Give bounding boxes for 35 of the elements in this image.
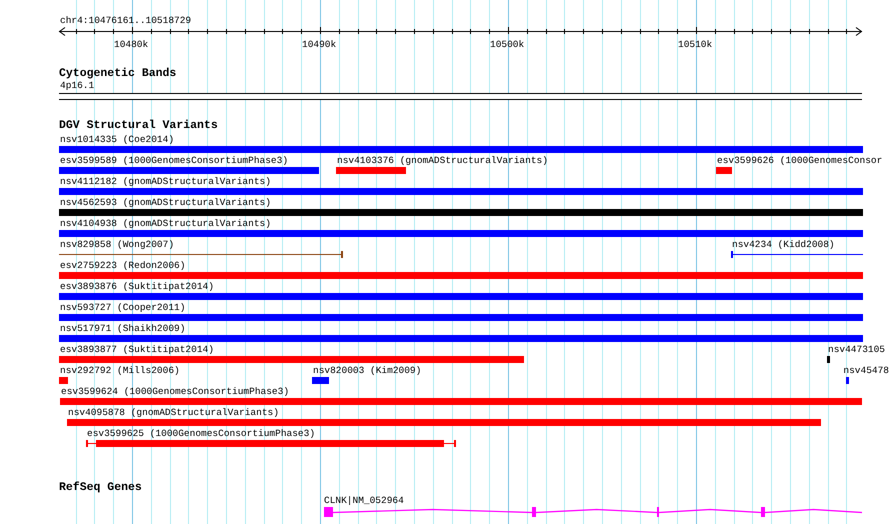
variant-label: nsv4095878 (gnomADStructuralVariants) — [68, 407, 279, 419]
ruler-tick-label: 10480k — [114, 39, 148, 50]
gene-model[interactable] — [324, 507, 862, 517]
ruler-tick-label: 10490k — [302, 39, 336, 50]
band-label: 4p16.1 — [60, 80, 94, 91]
variant-label: esv2759223 (Redon2006) — [60, 260, 186, 272]
variant-label: nsv1014335 (Coe2014) — [60, 134, 174, 146]
track-title: Cytogenetic Bands — [59, 68, 176, 80]
variant-label: nsv4234 (Kidd2008) — [732, 239, 835, 251]
variant-label: nsv4473105 — [828, 344, 886, 356]
variant-bar[interactable] — [86, 440, 456, 447]
variant-label: esv3893876 (Suktitipat2014) — [60, 281, 214, 293]
variant-label: nsv593727 (Cooper2011) — [60, 302, 186, 314]
region-label: chr4:10476161..10518729 — [60, 15, 192, 26]
variant-label: nsv820003 (Kim2009) — [313, 365, 422, 377]
variant-line[interactable] — [59, 251, 343, 258]
variant-label: esv3893877 (Suktitipat2014) — [60, 344, 214, 356]
variant-label: nsv45478 — [843, 365, 889, 377]
variant-label: esv3599589 (1000GenomesConsortiumPhase3) — [60, 155, 288, 167]
track-title: RefSeq Genes — [59, 482, 142, 494]
variant-label: esv3599625 (1000GenomesConsortiumPhase3) — [87, 428, 316, 440]
variant-label: nsv292792 (Mills2006) — [60, 365, 180, 377]
variant-label: esv3599624 (1000GenomesConsortiumPhase3) — [61, 386, 290, 398]
variant-label: esv3599626 (1000GenomesConsor — [717, 155, 882, 167]
variant-line[interactable] — [731, 251, 863, 258]
track-title: DGV Structural Variants — [59, 120, 218, 132]
variant-label: nsv4112182 (gnomADStructuralVariants) — [60, 176, 271, 188]
variant-label: nsv4104938 (gnomADStructuralVariants) — [60, 218, 271, 230]
variant-label: nsv4103376 (gnomADStructuralVariants) — [337, 155, 548, 167]
gene-label: CLNK|NM_052964 — [324, 495, 404, 506]
ruler-tick-label: 10500k — [490, 39, 524, 50]
variant-label: nsv4562593 (gnomADStructuralVariants) — [60, 197, 271, 209]
ruler-tick-label: 10510k — [678, 39, 712, 50]
variant-label: nsv829858 (Wong2007) — [60, 239, 174, 251]
variant-label: nsv517971 (Shaikh2009) — [60, 323, 186, 335]
